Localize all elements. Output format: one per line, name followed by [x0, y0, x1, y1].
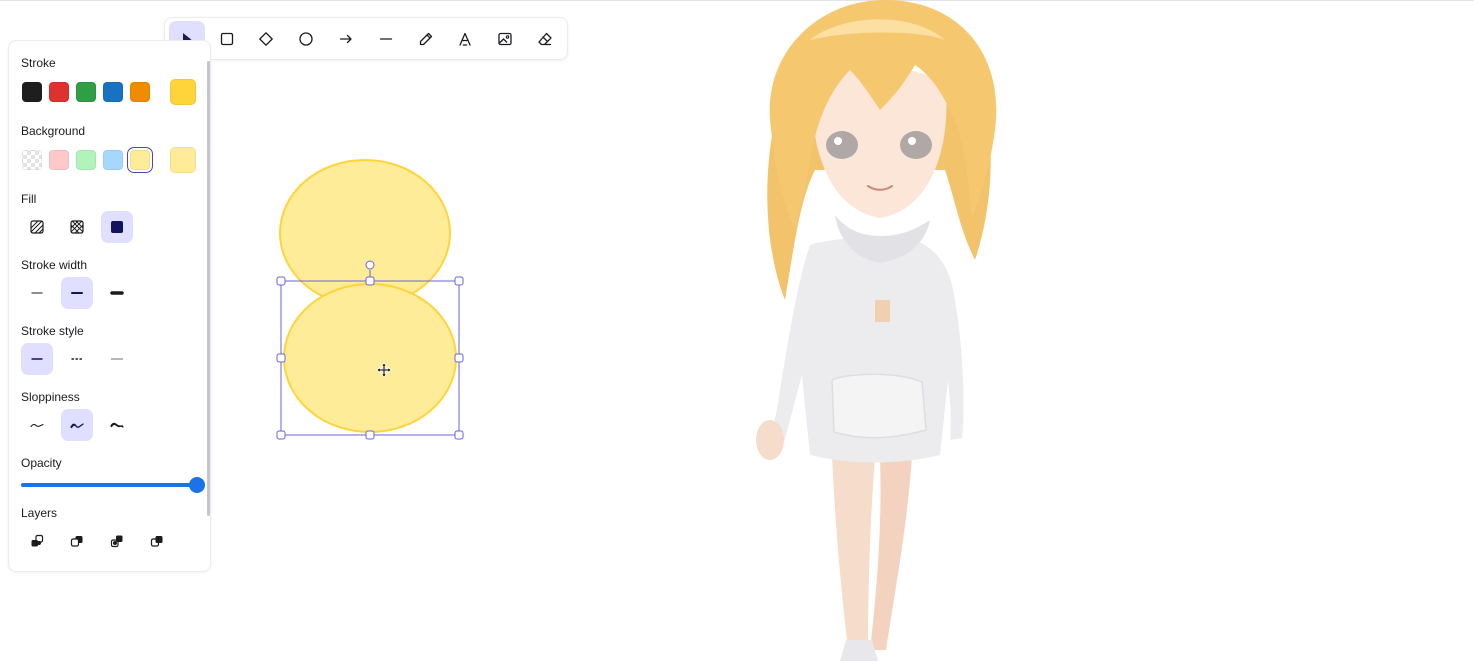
ellipse-shape-selected[interactable] — [283, 283, 457, 433]
resize-handle-se[interactable] — [454, 430, 464, 440]
hoodie-logo — [875, 300, 890, 322]
hand-left — [756, 420, 784, 460]
leg-left — [832, 455, 875, 650]
canvas-shapes — [276, 159, 464, 440]
resize-handle-n[interactable] — [365, 276, 375, 286]
eye-left — [826, 131, 858, 159]
resize-handle-s[interactable] — [365, 430, 375, 440]
resize-handle-e[interactable] — [454, 353, 464, 363]
rotation-handle[interactable] — [365, 260, 375, 270]
resize-handle-sw[interactable] — [276, 430, 286, 440]
eye-highlight-right — [908, 137, 916, 145]
leg-right — [870, 455, 912, 650]
resize-handle-ne[interactable] — [454, 276, 464, 286]
hoodie-pocket — [831, 373, 927, 439]
resize-handle-nw[interactable] — [276, 276, 286, 286]
character-image[interactable] — [740, 0, 1020, 661]
eye-right — [900, 131, 932, 159]
resize-handle-w[interactable] — [276, 353, 286, 363]
shoe — [840, 640, 878, 661]
eye-highlight-left — [834, 137, 842, 145]
